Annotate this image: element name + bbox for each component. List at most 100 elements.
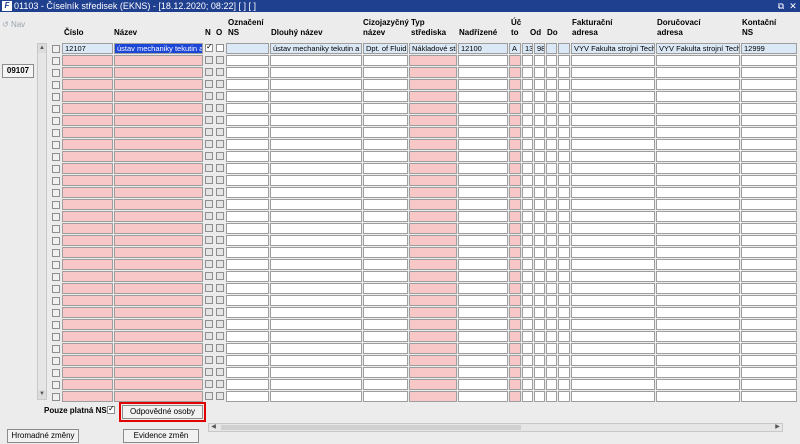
do-field-2[interactable] bbox=[558, 367, 570, 378]
od-field-2[interactable] bbox=[534, 379, 545, 390]
row-select-checkbox[interactable] bbox=[52, 309, 60, 317]
od-field-2[interactable] bbox=[534, 355, 545, 366]
typ-field[interactable] bbox=[409, 67, 457, 78]
n-checkbox[interactable] bbox=[205, 380, 213, 388]
od-field-2[interactable] bbox=[534, 319, 545, 330]
do-field[interactable] bbox=[546, 127, 557, 138]
nadrizene-field[interactable] bbox=[458, 319, 508, 330]
ucto-field[interactable] bbox=[509, 127, 521, 138]
ucto-field[interactable] bbox=[509, 139, 521, 150]
fakturacni-field[interactable] bbox=[571, 211, 655, 222]
o-checkbox[interactable] bbox=[216, 128, 224, 136]
cizojazycny-field[interactable] bbox=[363, 379, 408, 390]
od-field[interactable] bbox=[522, 175, 533, 186]
do-field[interactable] bbox=[546, 355, 557, 366]
cislo-field[interactable] bbox=[62, 319, 113, 330]
od-field[interactable] bbox=[522, 283, 533, 294]
cislo-field[interactable]: 12107 bbox=[62, 43, 113, 54]
n-checkbox[interactable] bbox=[205, 248, 213, 256]
n-checkbox[interactable] bbox=[205, 392, 213, 400]
nadrizene-field[interactable] bbox=[458, 307, 508, 318]
cislo-field[interactable] bbox=[62, 79, 113, 90]
do-field-2[interactable] bbox=[558, 115, 570, 126]
typ-field[interactable] bbox=[409, 115, 457, 126]
fakturacni-field[interactable] bbox=[571, 79, 655, 90]
o-checkbox[interactable] bbox=[216, 44, 224, 52]
do-field[interactable] bbox=[546, 103, 557, 114]
do-field[interactable] bbox=[546, 151, 557, 162]
scroll-thumb[interactable] bbox=[221, 425, 521, 430]
oznaceni-field[interactable] bbox=[226, 187, 269, 198]
dorucovaci-field[interactable] bbox=[656, 283, 740, 294]
cislo-field[interactable] bbox=[62, 331, 113, 342]
row-select-checkbox[interactable] bbox=[52, 45, 60, 53]
fakturacni-field[interactable] bbox=[571, 163, 655, 174]
do-field[interactable] bbox=[546, 235, 557, 246]
cizojazycny-field[interactable] bbox=[363, 211, 408, 222]
ucto-field[interactable] bbox=[509, 391, 521, 402]
od-field[interactable] bbox=[522, 379, 533, 390]
typ-field[interactable] bbox=[409, 295, 457, 306]
col-header-nadrizene[interactable]: Nadřízené bbox=[459, 28, 497, 38]
nazev-field[interactable] bbox=[114, 271, 203, 282]
ucto-field[interactable] bbox=[509, 283, 521, 294]
n-checkbox[interactable]: ✓ bbox=[205, 42, 213, 52]
ucto-field[interactable] bbox=[509, 271, 521, 282]
do-field[interactable] bbox=[546, 379, 557, 390]
o-checkbox[interactable] bbox=[216, 380, 224, 388]
row-select-checkbox[interactable] bbox=[52, 249, 60, 257]
nadrizene-field[interactable] bbox=[458, 367, 508, 378]
nazev-field[interactable] bbox=[114, 151, 203, 162]
cizojazycny-field[interactable] bbox=[363, 187, 408, 198]
cislo-field[interactable] bbox=[62, 91, 113, 102]
nazev-field[interactable] bbox=[114, 199, 203, 210]
do-field[interactable] bbox=[546, 139, 557, 150]
nadrizene-field[interactable] bbox=[458, 343, 508, 354]
typ-field[interactable] bbox=[409, 139, 457, 150]
nadrizene-field[interactable] bbox=[458, 379, 508, 390]
dorucovaci-field[interactable]: VYV Fakulta strojní Tech bbox=[656, 43, 740, 54]
od-field-2[interactable] bbox=[534, 79, 545, 90]
nazev-field[interactable] bbox=[114, 391, 203, 402]
fakturacni-field[interactable] bbox=[571, 295, 655, 306]
nadrizene-field[interactable] bbox=[458, 151, 508, 162]
nazev-field[interactable] bbox=[114, 79, 203, 90]
cizojazycny-field[interactable] bbox=[363, 355, 408, 366]
ucto-field[interactable] bbox=[509, 259, 521, 270]
oznaceni-field[interactable] bbox=[226, 151, 269, 162]
o-checkbox[interactable] bbox=[216, 176, 224, 184]
n-checkbox[interactable] bbox=[205, 332, 213, 340]
do-field-2[interactable] bbox=[558, 55, 570, 66]
do-field-2[interactable] bbox=[558, 247, 570, 258]
do-field[interactable] bbox=[546, 295, 557, 306]
oznaceni-field[interactable] bbox=[226, 283, 269, 294]
typ-field[interactable] bbox=[409, 307, 457, 318]
fakturacni-field[interactable] bbox=[571, 67, 655, 78]
oznaceni-field[interactable] bbox=[226, 235, 269, 246]
typ-field[interactable] bbox=[409, 319, 457, 330]
od-field-2[interactable] bbox=[534, 331, 545, 342]
row-select-checkbox[interactable] bbox=[52, 345, 60, 353]
ucto-field[interactable]: A bbox=[509, 43, 521, 54]
do-field-2[interactable] bbox=[558, 319, 570, 330]
typ-field[interactable] bbox=[409, 247, 457, 258]
dorucovaci-field[interactable] bbox=[656, 343, 740, 354]
nadrizene-field[interactable] bbox=[458, 55, 508, 66]
ucto-field[interactable] bbox=[509, 247, 521, 258]
od-field-2[interactable] bbox=[534, 187, 545, 198]
od-field-2[interactable] bbox=[534, 307, 545, 318]
od-field-2[interactable] bbox=[534, 367, 545, 378]
cizojazycny-field[interactable] bbox=[363, 67, 408, 78]
nazev-field[interactable] bbox=[114, 139, 203, 150]
do-field-2[interactable] bbox=[558, 79, 570, 90]
do-field-2[interactable] bbox=[558, 259, 570, 270]
n-checkbox[interactable] bbox=[205, 116, 213, 124]
fakturacni-field[interactable] bbox=[571, 307, 655, 318]
cislo-field[interactable] bbox=[62, 355, 113, 366]
cislo-field[interactable] bbox=[62, 127, 113, 138]
ucto-field[interactable] bbox=[509, 91, 521, 102]
n-checkbox[interactable] bbox=[205, 296, 213, 304]
n-checkbox[interactable] bbox=[205, 320, 213, 328]
row-select-checkbox[interactable] bbox=[52, 201, 60, 209]
cislo-field[interactable] bbox=[62, 295, 113, 306]
